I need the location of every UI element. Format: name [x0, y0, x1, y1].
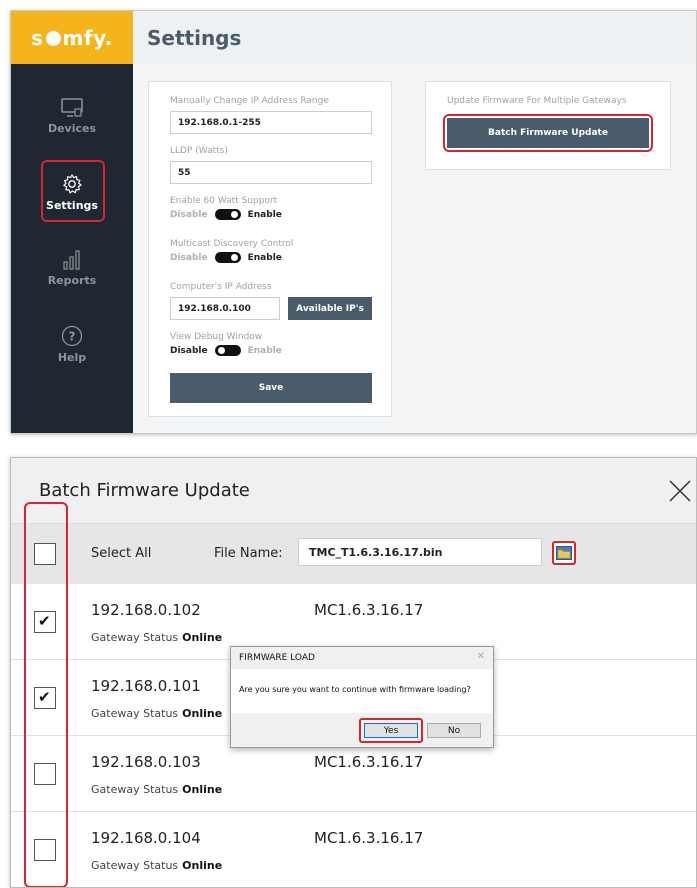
settings-window: s mfy. Settings Devices Settings Reports…	[10, 10, 697, 434]
gateway-status-value: Online	[182, 631, 223, 644]
sidebar-item-label: Devices	[47, 121, 97, 135]
network-settings-card: Manually Change IP Address Range 192.168…	[148, 81, 392, 417]
gateway-status-label: Gateway Status	[91, 631, 179, 644]
dialog-title: Batch Firmware Update	[39, 480, 250, 501]
gateway-status: Gateway Status Online	[91, 631, 222, 644]
lldp-input[interactable]: 55	[170, 161, 372, 184]
gateway-status-value: Online	[182, 783, 223, 796]
firmware-card-label: Update Firmware For Multiple Gateways	[447, 96, 627, 106]
firmware-card: Update Firmware For Multiple Gateways Ba…	[425, 81, 671, 170]
sidebar-item-label: Help	[57, 350, 87, 364]
gateway-firmware: MC1.6.3.16.17	[314, 601, 424, 619]
computer-ip-label: Computer's IP Address	[170, 282, 272, 292]
gateway-firmware: MC1.6.3.16.17	[314, 753, 424, 771]
modal-body: Are you sure you want to continue with f…	[231, 669, 493, 713]
gateway-status-label: Gateway Status	[91, 859, 179, 872]
firmware-load-modal: FIRMWARE LOAD ✕ Are you sure you want to…	[230, 646, 494, 748]
batch-firmware-update-button[interactable]: Batch Firmware Update	[447, 118, 649, 148]
toggle-on-label: Enable	[247, 209, 282, 220]
settings-content: Manually Change IP Address Range 192.168…	[133, 64, 696, 433]
sidebar-item-settings[interactable]: Settings	[11, 162, 133, 222]
ip-range-input[interactable]: 192.168.0.1-255	[170, 111, 372, 134]
gateway-ip: 192.168.0.103	[91, 753, 201, 771]
modal-question: Are you sure you want to continue with f…	[239, 685, 471, 694]
gateway-status: Gateway Status Online	[91, 783, 222, 796]
sixty-watt-label: Enable 60 Watt Support	[170, 196, 278, 206]
select-all-checkbox[interactable]	[34, 543, 56, 565]
gear-icon	[63, 173, 82, 193]
somfy-logo: s mfy.	[11, 11, 133, 64]
browse-file-button[interactable]	[552, 541, 576, 565]
gateway-status-value: Online	[182, 707, 223, 720]
toggle-off-label: Disable	[170, 209, 208, 220]
gateway-row: 192.168.0.104 Gateway Status Online MC1.6…	[11, 812, 696, 887]
toggle-off-label: Disable	[170, 252, 208, 263]
sidebar-item-label: Settings	[46, 198, 98, 212]
sidebar-item-label: Reports	[47, 273, 97, 287]
toggle-off-label: Disable	[170, 345, 208, 356]
file-name-input[interactable]: TMC_T1.6.3.16.17.bin	[298, 538, 542, 566]
file-name-label: File Name:	[214, 546, 283, 561]
no-button[interactable]: No	[427, 723, 481, 738]
yes-button[interactable]: Yes	[364, 723, 418, 738]
multicast-label: Multicast Discovery Control	[170, 239, 294, 249]
select-all-row: Select All File Name: TMC_T1.6.3.16.17.b…	[11, 524, 696, 584]
sidebar-item-devices[interactable]: Devices	[11, 86, 133, 146]
toggle-on-label: Enable	[247, 345, 282, 356]
select-all-label: Select All	[91, 546, 152, 561]
bar-chart-icon	[63, 249, 80, 270]
page-title: Settings	[147, 25, 242, 50]
question-icon: ?	[61, 325, 83, 346]
debug-toggle[interactable]: Disable Enable	[170, 345, 282, 356]
svg-text:?: ?	[69, 329, 76, 343]
multicast-toggle[interactable]: Disable Enable	[170, 252, 282, 263]
toggle-switch[interactable]	[214, 252, 241, 263]
toggle-on-label: Enable	[247, 252, 282, 263]
available-ips-button[interactable]: Available IP's	[288, 297, 372, 320]
sixty-watt-toggle[interactable]: Disable Enable	[170, 209, 282, 220]
gateway-checkbox[interactable]	[34, 611, 56, 633]
logo-dot-icon	[45, 31, 61, 46]
gateway-checkbox[interactable]	[34, 839, 56, 861]
logo-text-start: s	[31, 25, 44, 50]
computer-ip-input[interactable]: 192.168.0.100	[170, 297, 280, 320]
ip-range-label: Manually Change IP Address Range	[170, 96, 329, 106]
dialog-header: Batch Firmware Update	[11, 458, 696, 524]
gateway-status: Gateway Status Online	[91, 707, 222, 720]
folder-icon	[556, 546, 572, 560]
save-button[interactable]: Save	[170, 373, 372, 403]
modal-close-icon[interactable]: ✕	[477, 651, 485, 662]
gateway-status-label: Gateway Status	[91, 707, 179, 720]
lldp-label: LLDP (Watts)	[170, 146, 228, 156]
gateway-firmware: MC1.6.3.16.17	[314, 829, 424, 847]
monitor-icon	[61, 97, 83, 117]
toggle-switch[interactable]	[214, 345, 241, 356]
header-bar: Settings	[133, 11, 696, 64]
sidebar-item-help[interactable]: ? Help	[11, 314, 133, 374]
gateway-status-label: Gateway Status	[91, 783, 179, 796]
gateway-checkbox[interactable]	[34, 687, 56, 709]
sidebar-item-reports[interactable]: Reports	[11, 238, 133, 298]
gateway-ip: 192.168.0.101	[91, 677, 201, 695]
logo-text-end: mfy.	[62, 25, 113, 50]
gateway-checkbox[interactable]	[34, 763, 56, 785]
modal-title: FIRMWARE LOAD	[239, 653, 315, 663]
toggle-switch[interactable]	[214, 209, 241, 220]
debug-label: View Debug Window	[170, 332, 263, 342]
gateway-status-value: Online	[182, 859, 223, 872]
gateway-ip: 192.168.0.102	[91, 601, 201, 619]
sidebar: Devices Settings Reports ? Help	[11, 64, 133, 433]
close-icon[interactable]	[668, 479, 692, 503]
gateway-ip: 192.168.0.104	[91, 829, 201, 847]
gateway-status: Gateway Status Online	[91, 859, 222, 872]
